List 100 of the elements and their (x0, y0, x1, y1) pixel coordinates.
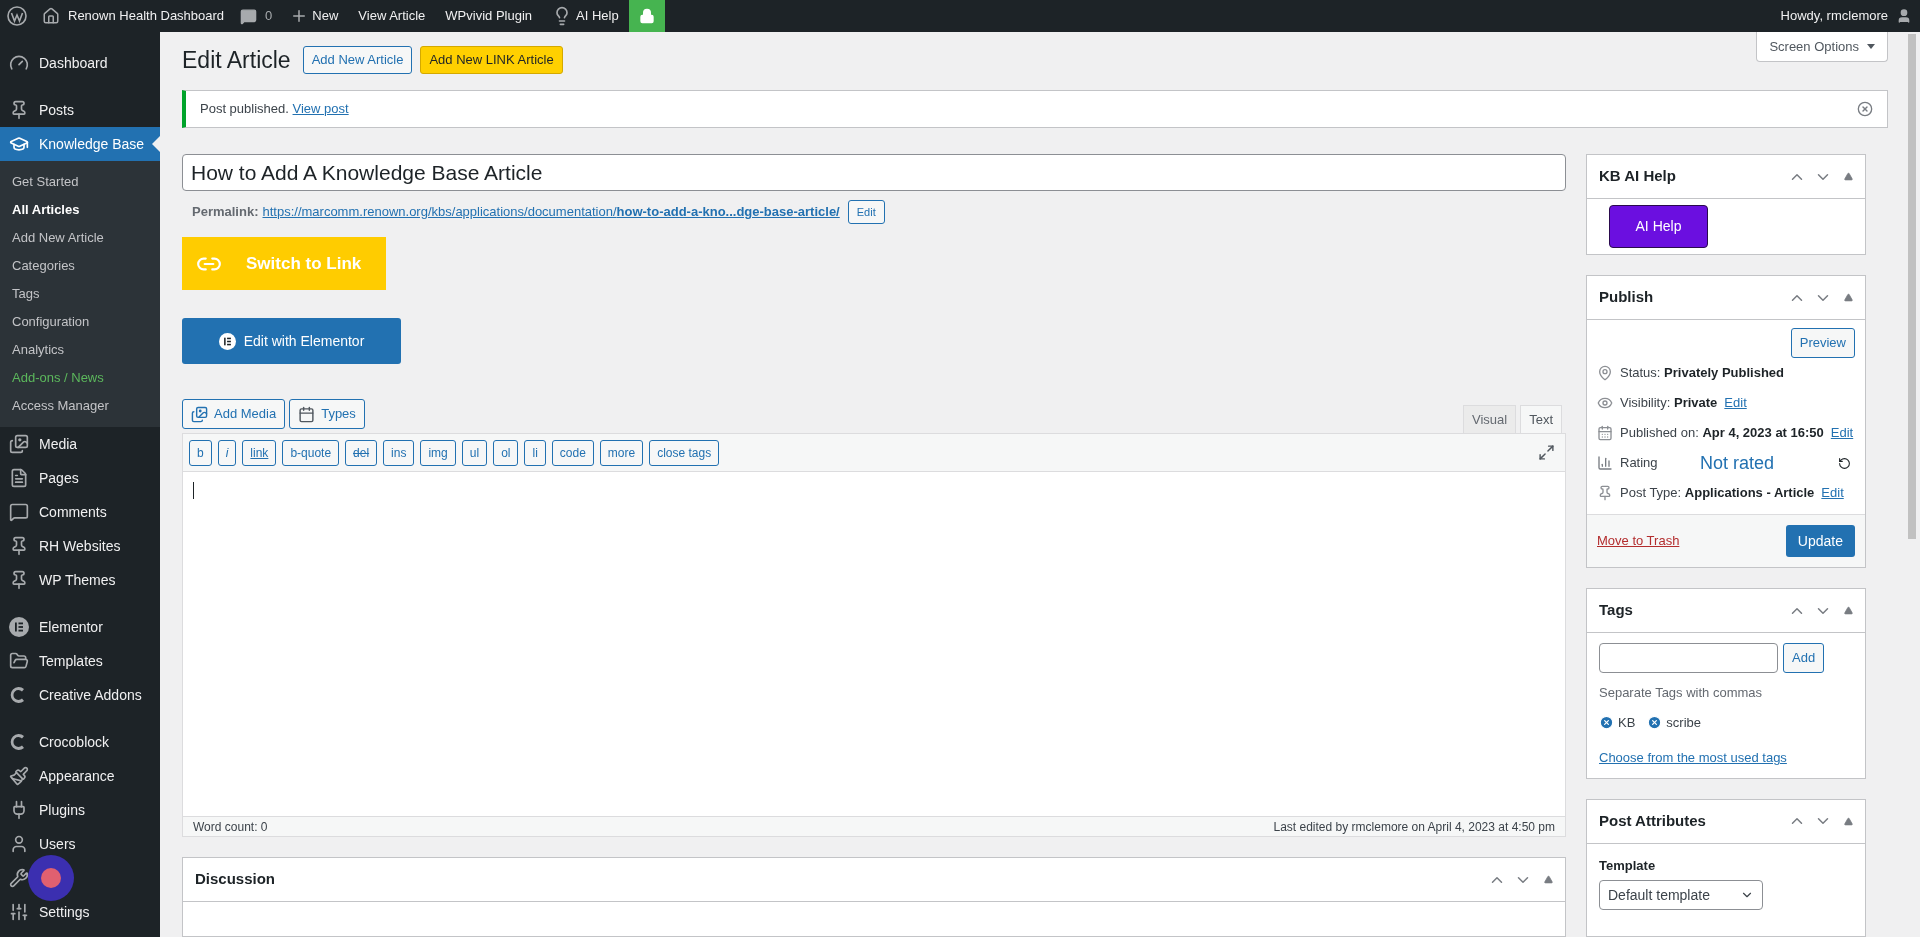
elementor-icon (9, 617, 29, 637)
menu-item[interactable]: Appearance (0, 759, 160, 793)
current-pointer-icon (152, 136, 160, 152)
comment-icon (9, 502, 29, 522)
media-button[interactable]: Add Media (182, 399, 286, 429)
menu-item[interactable]: Elementor (0, 610, 160, 644)
admin-bar-link[interactable]: WPvivid Plugin (435, 0, 543, 32)
header-button[interactable]: Add New LINK Article (420, 46, 563, 74)
template-select[interactable]: Default template (1599, 880, 1763, 910)
avatar-icon (1896, 8, 1912, 24)
menu-item[interactable]: RH Websites (0, 529, 160, 563)
menu-item[interactable]: Templates (0, 644, 160, 678)
menu-item[interactable]: WP Themes (0, 563, 160, 597)
admin-bar-link[interactable]: View Article (348, 0, 436, 32)
menu-label: Pages (39, 468, 79, 488)
page-title: Edit Article (182, 45, 291, 75)
remove-tag-icon[interactable] (1599, 714, 1614, 730)
menu-item[interactable]: Comments (0, 495, 160, 529)
quicktag-button[interactable]: del (345, 439, 378, 466)
publish-info: Published on: Apr 4, 2023 at 16:50 (1620, 424, 1824, 443)
menu-item[interactable]: Plugins (0, 793, 160, 827)
account-link[interactable]: Howdy, rmclemore (1772, 0, 1920, 32)
preview-button[interactable]: Preview (1790, 328, 1855, 358)
editor-tab[interactable]: Text (1520, 405, 1562, 433)
quicktag-button[interactable]: code (551, 439, 594, 466)
quicktag-button[interactable]: ins (383, 439, 415, 466)
admin-bar-link[interactable]: New (280, 0, 349, 32)
elementor-button[interactable]: Edit with Elementor (182, 318, 401, 364)
submenu-item[interactable]: Get Started (0, 168, 160, 196)
reset-icon[interactable] (1838, 456, 1851, 470)
panel-title: Post Attributes (1599, 810, 1707, 831)
menu-item[interactable]: Knowledge Base (0, 127, 160, 161)
quicktag-button[interactable]: b-quote (282, 439, 340, 466)
submenu-item[interactable]: Tags (0, 280, 160, 308)
view-post-link[interactable]: View post (292, 101, 349, 117)
user-icon (9, 834, 29, 854)
quicktag-button[interactable]: ol (493, 439, 519, 466)
menu-item[interactable]: Media (0, 427, 160, 461)
submenu-item[interactable]: Categories (0, 252, 160, 280)
permalink-link[interactable]: https://marcomm.renown.org/kbs/applications/documentation/how-to-add-a-kno...dge-base-article/ (262, 202, 840, 222)
edit-link[interactable]: Edit (1724, 393, 1747, 413)
pin-icon (1597, 485, 1613, 501)
media-icon (191, 405, 208, 423)
update-button[interactable]: Update (1785, 525, 1855, 557)
menu-item[interactable]: Dashboard (0, 46, 160, 80)
dismiss-icon[interactable] (1857, 101, 1873, 117)
quicktag-button[interactable]: link (242, 439, 277, 466)
quicktag-button[interactable]: b (189, 439, 212, 466)
menu-item[interactable]: Posts (0, 93, 160, 127)
text-cursor (193, 482, 194, 499)
title-field[interactable]: How to Add A Knowledge Base Article (182, 154, 1566, 191)
pin-icon (9, 570, 29, 590)
header-button[interactable]: Add New Article (302, 46, 413, 74)
eye-icon (1597, 395, 1613, 411)
lock-icon (638, 8, 655, 24)
collapse-icon[interactable] (1844, 816, 1853, 826)
submenu-item[interactable]: Add New Article (0, 224, 160, 252)
quicktag-button[interactable]: more (599, 439, 644, 466)
submenu-item[interactable]: Configuration (0, 308, 160, 336)
choose-tags-link[interactable]: Choose from the most used tags (1599, 748, 1853, 768)
pin-icon (1597, 365, 1613, 381)
submenu-item[interactable]: Analytics (0, 336, 160, 364)
add-tag-button[interactable]: Add (1783, 643, 1825, 673)
ai-help-button[interactable]: AI Help (1609, 205, 1708, 248)
edit-permalink-button[interactable]: Edit (847, 200, 885, 224)
admin-bar-link[interactable]: AI Help (542, 0, 629, 32)
submenu-item[interactable]: Add-ons / News (0, 364, 160, 392)
menu-item[interactable]: Creative Addons (0, 678, 160, 712)
menu-label: Dashboard (39, 53, 108, 73)
submenu-item[interactable]: Access Manager (0, 392, 160, 420)
screen-options-button[interactable]: Screen Options (1756, 32, 1888, 62)
home-icon (42, 7, 60, 25)
collapse-icon[interactable] (1844, 172, 1853, 181)
site-link[interactable]: Renown Health Dashboard (34, 0, 233, 32)
quicktag-button[interactable]: close tags (649, 439, 720, 466)
move-to-trash-link[interactable]: Move to Trash (1597, 531, 1680, 551)
quicktag-button[interactable]: li (524, 439, 546, 466)
collapse-icon[interactable] (1844, 293, 1853, 302)
editor-tab[interactable]: Visual (1462, 405, 1517, 433)
quicktag-button[interactable]: img (420, 439, 456, 466)
fullscreen-icon[interactable] (1538, 444, 1555, 461)
calendar-icon (298, 405, 316, 423)
collapse-icon[interactable] (1544, 875, 1553, 884)
tag-field[interactable] (1599, 643, 1778, 673)
edit-link[interactable]: Edit (1821, 483, 1844, 503)
notice-text: Post published. View post (200, 100, 349, 119)
collapse-icon[interactable] (1844, 606, 1853, 615)
submenu-item[interactable]: All Articles (0, 196, 160, 224)
quicktag-button[interactable]: i (217, 439, 237, 466)
media-button[interactable]: Types (289, 399, 365, 429)
quicktag-button[interactable]: ul (461, 439, 488, 466)
menu-item[interactable]: Settings (0, 895, 160, 929)
edit-link[interactable]: Edit (1830, 423, 1854, 443)
lock-button[interactable] (628, 0, 665, 32)
menu-item[interactable]: Crocoblock (0, 725, 160, 759)
menu-item[interactable]: Users (0, 827, 160, 861)
comments-link[interactable]: 0 (232, 0, 281, 32)
remove-tag-icon[interactable] (1647, 714, 1663, 730)
menu-item[interactable]: Pages (0, 461, 160, 495)
logo-icon[interactable] (7, 6, 27, 26)
